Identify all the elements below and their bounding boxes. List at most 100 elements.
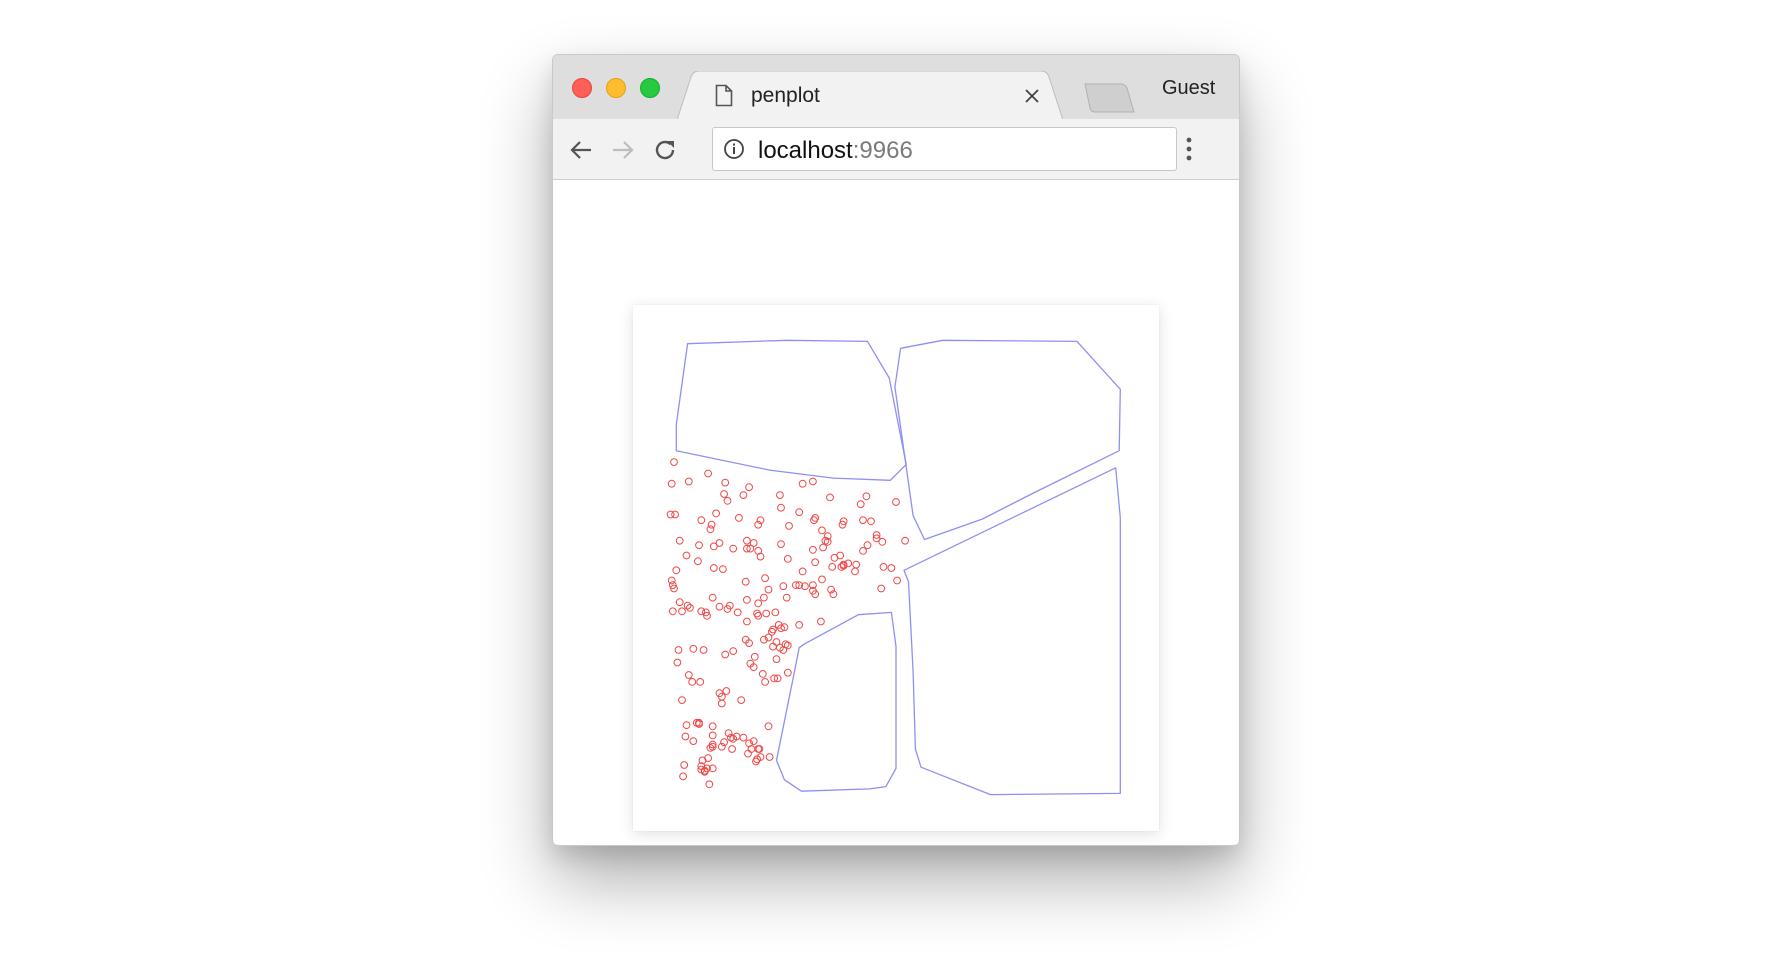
dot-circle <box>819 543 828 552</box>
address-bar[interactable]: localhost:9966 <box>712 127 1177 171</box>
reload-icon[interactable] <box>652 137 678 163</box>
dot-circle <box>761 678 770 686</box>
dot-circle <box>798 479 807 488</box>
dot-circle <box>673 658 682 667</box>
plot-canvas <box>633 305 1159 831</box>
dot-circle <box>761 574 770 583</box>
dot-circle <box>709 564 718 572</box>
browser-tab[interactable]: penplot <box>677 71 1063 120</box>
forward-arrow-icon[interactable] <box>610 137 636 163</box>
dot-circle <box>733 608 742 617</box>
dot-circle <box>877 584 886 593</box>
dot-circle <box>696 678 705 686</box>
dot-circle <box>764 585 773 594</box>
dot-circle <box>712 509 720 518</box>
back-arrow-icon[interactable] <box>568 137 594 163</box>
polygon-2 <box>894 339 1121 541</box>
dot-circle <box>671 510 679 519</box>
dot-circle <box>667 479 676 488</box>
dot-circle <box>697 516 706 525</box>
dot-circle <box>694 557 702 566</box>
dot-circle <box>782 593 791 602</box>
dot-circle <box>828 563 837 571</box>
dot-circle <box>817 617 825 626</box>
dot-circle <box>887 564 896 572</box>
dot-circle <box>893 576 902 585</box>
dot-circle <box>776 491 784 500</box>
page-icon <box>715 84 733 112</box>
dot-circle <box>856 500 865 509</box>
close-icon[interactable] <box>1023 87 1041 105</box>
dot-circle <box>675 598 684 607</box>
new-tab-button[interactable] <box>1083 83 1139 118</box>
dot-circle <box>818 575 826 584</box>
dot-circle <box>674 646 683 654</box>
dot-circle <box>741 577 750 586</box>
dot-circle <box>688 678 697 686</box>
dot-circle <box>758 670 767 678</box>
dot-circle <box>684 477 693 486</box>
minimize-window-button[interactable] <box>606 78 626 98</box>
dot-circle <box>818 526 826 535</box>
dot-circle <box>706 525 715 534</box>
dot-circle <box>769 642 777 651</box>
dot-circle <box>754 611 763 620</box>
maximize-window-button[interactable] <box>640 78 660 98</box>
dot-circle <box>707 520 716 529</box>
plot-svg <box>666 339 1121 796</box>
dot-circle <box>859 516 867 525</box>
dot-circle <box>777 540 785 549</box>
dot-circle <box>764 722 773 731</box>
profile-label[interactable]: Guest <box>1162 77 1215 100</box>
tab-shape <box>677 71 1063 120</box>
dot-circle <box>777 503 785 512</box>
dot-circle <box>678 696 686 705</box>
dot-circle <box>795 508 804 517</box>
dot-circle <box>679 772 687 781</box>
dot-circle <box>723 496 732 505</box>
dot-circle <box>705 780 714 789</box>
dot-circle <box>830 553 839 562</box>
dot-circle <box>809 545 817 554</box>
dot-circle <box>745 483 753 492</box>
dot-circle <box>759 593 768 602</box>
close-window-button[interactable] <box>572 78 592 98</box>
dot-circle <box>721 478 730 487</box>
dot-circle <box>762 609 771 618</box>
dot-circle <box>743 596 751 604</box>
dot-circle <box>879 563 888 571</box>
dot-circle <box>901 536 910 545</box>
dot-circle <box>743 536 751 545</box>
dot-circle <box>750 652 759 661</box>
dot-circle <box>704 469 712 478</box>
dot-circle <box>689 644 698 653</box>
dot-circle <box>721 650 730 659</box>
dot-circle <box>811 558 820 567</box>
toolbar: localhost:9966 <box>553 119 1239 180</box>
dot-circle <box>675 536 684 545</box>
dot-circle <box>729 544 738 553</box>
polygon-4 <box>775 611 897 792</box>
info-icon[interactable] <box>723 138 745 165</box>
dot-circle <box>719 565 727 574</box>
dot-circle <box>739 491 748 500</box>
dot-circle <box>878 537 887 546</box>
dot-circle <box>772 655 781 664</box>
dot-circle <box>852 560 861 569</box>
dot-circle <box>859 547 867 555</box>
dot-circle <box>826 493 834 502</box>
dot-circle <box>744 749 752 758</box>
tab-title: penplot <box>751 84 820 107</box>
dot-circle <box>756 552 765 561</box>
polygon-1 <box>675 339 907 481</box>
dot-circle <box>863 541 872 550</box>
dot-circle <box>743 617 751 626</box>
dot-circle <box>672 566 681 575</box>
dot-circle <box>709 542 718 551</box>
dot-circle <box>862 492 871 501</box>
dot-circle <box>747 745 756 753</box>
dot-circle <box>667 576 676 585</box>
more-vert-icon[interactable] <box>1185 136 1193 167</box>
dot-circle <box>783 668 792 677</box>
dot-circle <box>798 567 807 576</box>
